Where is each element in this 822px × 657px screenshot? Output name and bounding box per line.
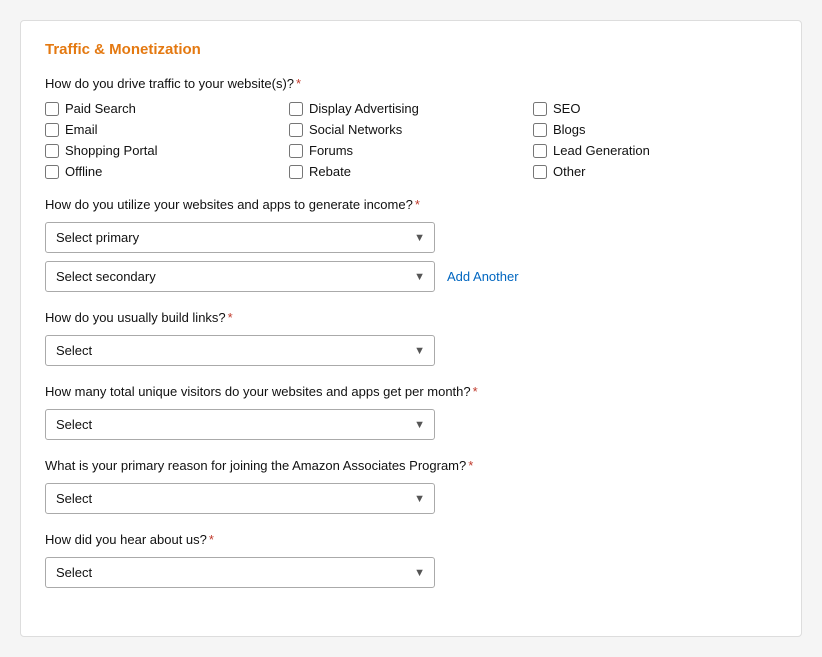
checkbox-blogs-label: Blogs	[553, 122, 586, 137]
checkbox-other-input[interactable]	[533, 165, 547, 179]
checkbox-seo-input[interactable]	[533, 102, 547, 116]
secondary-select[interactable]: Select secondary	[45, 261, 435, 292]
visitors-select-wrapper: Select ▼	[45, 409, 435, 440]
add-another-link[interactable]: Add Another	[447, 269, 519, 284]
checkbox-forums[interactable]: Forums	[289, 143, 533, 158]
checkbox-blogs[interactable]: Blogs	[533, 122, 777, 137]
checkbox-display-advertising-input[interactable]	[289, 102, 303, 116]
checkbox-lead-generation-label: Lead Generation	[553, 143, 650, 158]
traffic-section: How do you drive traffic to your website…	[45, 76, 777, 179]
reason-select-wrapper: Select ▼	[45, 483, 435, 514]
reason-section: What is your primary reason for joining …	[45, 458, 777, 514]
hear-select-wrapper: Select ▼	[45, 557, 435, 588]
checkbox-display-advertising-label: Display Advertising	[309, 101, 419, 116]
checkbox-other-label: Other	[553, 164, 586, 179]
checkbox-paid-search-label: Paid Search	[65, 101, 136, 116]
primary-select-wrapper: Select primary ▼	[45, 222, 435, 253]
traffic-monetization-card: Traffic & Monetization How do you drive …	[20, 20, 802, 637]
checkbox-blogs-input[interactable]	[533, 123, 547, 137]
checkbox-rebate[interactable]: Rebate	[289, 164, 533, 179]
checkbox-forums-input[interactable]	[289, 144, 303, 158]
checkbox-offline-label: Offline	[65, 164, 102, 179]
links-select-container: Select ▼	[45, 335, 777, 366]
links-select[interactable]: Select	[45, 335, 435, 366]
checkbox-offline-input[interactable]	[45, 165, 59, 179]
income-label: How do you utilize your websites and app…	[45, 197, 777, 212]
checkbox-forums-label: Forums	[309, 143, 353, 158]
checkbox-lead-generation-input[interactable]	[533, 144, 547, 158]
primary-dropdown-row: Select primary ▼	[45, 222, 777, 253]
checkbox-lead-generation[interactable]: Lead Generation	[533, 143, 777, 158]
links-label: How do you usually build links?*	[45, 310, 777, 325]
checkbox-paid-search[interactable]: Paid Search	[45, 101, 289, 116]
card-title: Traffic & Monetization	[45, 41, 777, 58]
checkbox-offline[interactable]: Offline	[45, 164, 289, 179]
traffic-label: How do you drive traffic to your website…	[45, 76, 777, 91]
income-section: How do you utilize your websites and app…	[45, 197, 777, 292]
links-select-wrapper: Select ▼	[45, 335, 435, 366]
visitors-label: How many total unique visitors do your w…	[45, 384, 777, 399]
checkbox-email-label: Email	[65, 122, 98, 137]
checkbox-shopping-portal[interactable]: Shopping Portal	[45, 143, 289, 158]
checkbox-shopping-portal-input[interactable]	[45, 144, 59, 158]
checkbox-email-input[interactable]	[45, 123, 59, 137]
checkbox-social-networks[interactable]: Social Networks	[289, 122, 533, 137]
reason-label: What is your primary reason for joining …	[45, 458, 777, 473]
checkbox-rebate-label: Rebate	[309, 164, 351, 179]
hear-label: How did you hear about us?*	[45, 532, 777, 547]
checkbox-social-networks-input[interactable]	[289, 123, 303, 137]
hear-section: How did you hear about us?* Select ▼	[45, 532, 777, 588]
visitors-select-container: Select ▼	[45, 409, 777, 440]
primary-select[interactable]: Select primary	[45, 222, 435, 253]
secondary-select-wrapper: Select secondary ▼	[45, 261, 435, 292]
checkbox-display-advertising[interactable]: Display Advertising	[289, 101, 533, 116]
reason-select-container: Select ▼	[45, 483, 777, 514]
checkbox-seo-label: SEO	[553, 101, 580, 116]
secondary-dropdown-row: Select secondary ▼ Add Another	[45, 261, 777, 292]
checkbox-paid-search-input[interactable]	[45, 102, 59, 116]
traffic-checkbox-grid: Paid Search Display Advertising SEO Emai…	[45, 101, 777, 179]
visitors-select[interactable]: Select	[45, 409, 435, 440]
checkbox-email[interactable]: Email	[45, 122, 289, 137]
visitors-section: How many total unique visitors do your w…	[45, 384, 777, 440]
checkbox-other[interactable]: Other	[533, 164, 777, 179]
checkbox-seo[interactable]: SEO	[533, 101, 777, 116]
hear-select-container: Select ▼	[45, 557, 777, 588]
checkbox-shopping-portal-label: Shopping Portal	[65, 143, 158, 158]
links-section: How do you usually build links?* Select …	[45, 310, 777, 366]
reason-select[interactable]: Select	[45, 483, 435, 514]
hear-select[interactable]: Select	[45, 557, 435, 588]
checkbox-rebate-input[interactable]	[289, 165, 303, 179]
checkbox-social-networks-label: Social Networks	[309, 122, 402, 137]
